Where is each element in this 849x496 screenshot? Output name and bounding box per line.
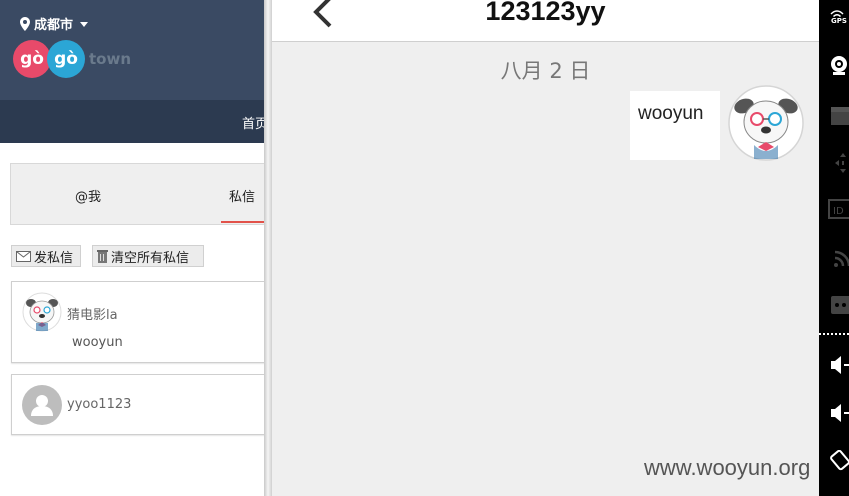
rss-icon[interactable] [825,248,849,270]
gps-label: GPS [831,17,847,25]
location-pin-icon [20,16,30,31]
active-tab-indicator [221,221,266,223]
envelope-icon [16,250,31,262]
tab-private-messages[interactable]: 私信 [229,186,255,205]
move-icon[interactable] [825,152,849,174]
nav-bar: 首页 [0,100,266,143]
message-tabs: @我 私信 [10,163,266,225]
conversation-name: 猜电影la [67,308,118,323]
tab-at-me[interactable]: @我 [75,186,101,205]
web-page: 成都市 gò gò town 首页 @我 私信 发私信 清空所有私信 猜电影la… [0,0,266,496]
send-message-button[interactable]: 发私信 [11,245,81,267]
chat-header: 123123yy [272,0,819,42]
trash-icon [97,250,108,263]
date-separator: 八月 2 日 [500,59,591,83]
watermark: www.wooyun.org [644,455,811,480]
conversation-item[interactable]: yyoo1123 [11,374,266,435]
nav-home-link[interactable]: 首页 [242,113,266,132]
dog-avatar-icon [728,85,804,161]
site-header: 成都市 gò gò town [0,0,266,100]
message-bubble[interactable]: wooyun [630,91,720,160]
site-logo[interactable]: gò gò town [13,40,131,78]
logo-part1: gò [13,40,51,78]
clear-all-messages-button[interactable]: 清空所有私信 [92,245,204,267]
message-text: wooyun [638,103,704,124]
send-message-label: 发私信 [34,250,74,266]
chat-title: 123123yy [485,0,606,26]
conversation-last-message: wooyun [72,335,123,350]
more-icon[interactable] [825,294,849,316]
conversation-name: yyoo1123 [67,397,132,412]
dog-avatar-icon [22,292,62,332]
window-divider [264,0,272,496]
rotate-icon[interactable] [825,450,849,472]
volume-up-icon[interactable] [825,354,849,376]
logo-part2: gò [47,40,85,78]
city-selector[interactable]: 成都市 [20,14,89,33]
id-icon[interactable]: ID [825,198,849,220]
city-label: 成都市 [34,18,74,33]
clear-all-label: 清空所有私信 [111,250,190,266]
conversation-item[interactable]: 猜电影la wooyun [11,281,266,363]
webcam-icon[interactable] [825,54,849,76]
default-user-avatar-icon [22,385,62,425]
clapper-icon[interactable] [825,104,849,126]
volume-down-icon[interactable] [825,402,849,424]
chat-panel: 123123yy 八月 2 日 wooyun www.wooyun.org [272,0,819,496]
svg-text:ID: ID [833,206,844,217]
chevron-down-icon [80,22,89,27]
emulator-sidebar: GPS ID [819,0,849,496]
logo-suffix: town [89,50,132,68]
sidebar-separator [819,333,849,335]
